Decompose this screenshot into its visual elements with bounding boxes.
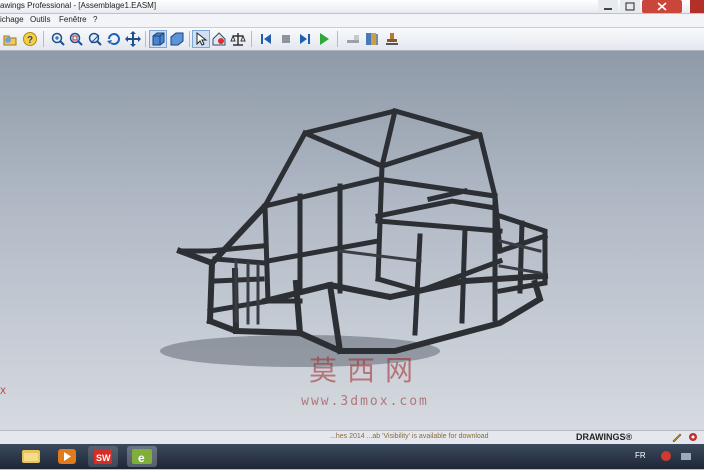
stop-icon[interactable] xyxy=(278,31,294,47)
solidworks-app-icon[interactable]: SW xyxy=(88,446,118,467)
measure-icon[interactable] xyxy=(230,31,246,47)
help-icon[interactable]: ? xyxy=(22,31,38,47)
minimize-button[interactable] xyxy=(598,0,618,13)
menu-affichage[interactable]: ichage xyxy=(0,15,24,24)
zoom-window-icon[interactable] xyxy=(68,31,84,47)
menu-bar: ichage Outils Fenêtre ? xyxy=(0,14,704,28)
stamp-icon[interactable] xyxy=(384,31,400,47)
open-icon[interactable] xyxy=(2,31,18,47)
status-bar: ...hes 2014 ...ab 'Visibility' is availa… xyxy=(0,430,704,444)
watermark-text: 莫西网 xyxy=(308,354,423,387)
svg-text:?: ? xyxy=(27,35,33,46)
view-orient-icon[interactable] xyxy=(169,31,185,47)
toolbar-separator xyxy=(145,31,146,47)
pan-icon[interactable] xyxy=(125,31,141,47)
maximize-button[interactable] xyxy=(620,0,640,13)
select-icon[interactable] xyxy=(192,30,210,48)
home-view-icon[interactable] xyxy=(211,31,227,47)
shaded-view-icon[interactable] xyxy=(149,30,167,48)
tray-app-icon[interactable] xyxy=(660,450,672,465)
next-frame-icon[interactable] xyxy=(297,31,313,47)
toolbar-separator xyxy=(189,31,190,47)
media-player-icon[interactable] xyxy=(52,446,82,467)
title-bar: awings Professional - [Assemblage1.EASM] xyxy=(0,0,704,14)
secondary-window-button[interactable] xyxy=(690,0,704,13)
toolbar-separator xyxy=(251,31,252,47)
book-icon[interactable] xyxy=(364,31,380,47)
status-message[interactable]: ...hes 2014 ...ab 'Visibility' is availa… xyxy=(330,433,489,440)
viewport-edge-mark: X xyxy=(0,386,6,396)
menu-help[interactable]: ? xyxy=(93,15,97,24)
close-button[interactable] xyxy=(642,0,682,13)
rotate-icon[interactable] xyxy=(106,31,122,47)
toolbar-separator xyxy=(337,31,338,47)
window-title: awings Professional - [Assemblage1.EASM] xyxy=(0,1,157,10)
menu-outils[interactable]: Outils xyxy=(30,15,50,24)
zoom-fit-icon[interactable] xyxy=(50,31,66,47)
drawings-logo: DRAWINGS® xyxy=(576,432,633,442)
section-icon[interactable] xyxy=(345,31,361,47)
menu-fenetre[interactable]: Fenêtre xyxy=(59,15,87,24)
edrawings-app-icon[interactable]: e xyxy=(127,446,157,467)
first-frame-icon[interactable] xyxy=(258,31,274,47)
taskbar: SW e FR xyxy=(0,444,704,469)
svg-text:SW: SW xyxy=(96,453,111,463)
main-toolbar: ? xyxy=(0,28,704,51)
watermark-url: www.3dmox.com xyxy=(301,394,429,409)
tray-network-icon[interactable] xyxy=(680,450,692,465)
svg-text:e: e xyxy=(138,451,145,465)
toolbar-separator xyxy=(43,31,44,47)
zoom-area-icon[interactable] xyxy=(87,31,103,47)
windows-explorer-icon[interactable] xyxy=(16,446,46,467)
play-icon[interactable] xyxy=(316,31,332,47)
language-indicator[interactable]: FR xyxy=(635,451,646,460)
